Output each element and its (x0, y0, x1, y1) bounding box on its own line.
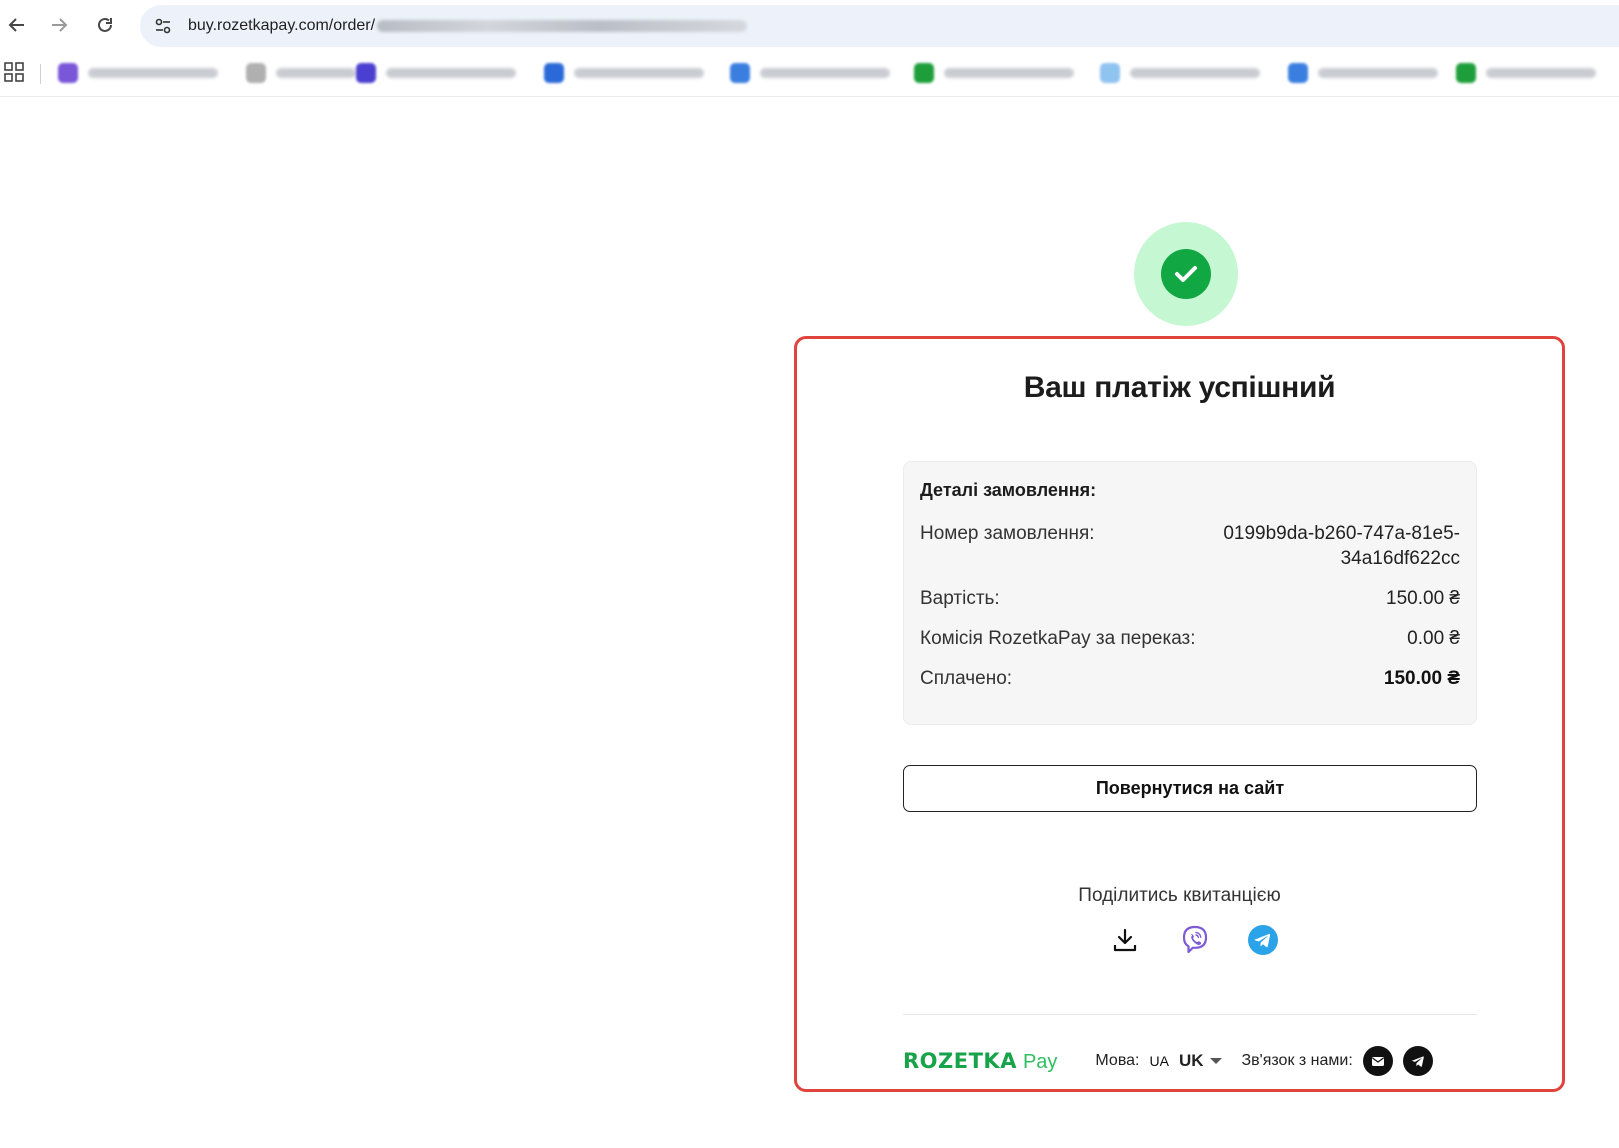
bookmark-item[interactable] (1456, 62, 1596, 84)
detail-row-order-number: Номер замовлення: 0199b9da-b260-747a-81e… (920, 521, 1460, 571)
contact-label: Зв'язок з нами: (1241, 1052, 1353, 1069)
telegram-contact-icon[interactable] (1402, 1046, 1433, 1076)
bookmark-item[interactable] (356, 62, 516, 84)
email-icon[interactable] (1362, 1046, 1393, 1076)
apps-grid-icon[interactable] (4, 62, 24, 82)
detail-label: Сплачено: (920, 668, 1013, 689)
address-bar[interactable]: buy.rozetkapay.com/order/ (140, 5, 1619, 47)
bookmark-item[interactable] (730, 62, 890, 84)
success-circle (1161, 249, 1211, 299)
bookmark-item[interactable] (1288, 62, 1438, 84)
detail-row-paid: Сплачено: 150.00 ₴ (920, 666, 1460, 691)
bookmark-item[interactable] (544, 62, 704, 84)
bookmark-favicon (1456, 63, 1476, 83)
bookmark-item[interactable] (914, 62, 1074, 84)
details-heading: Деталі замовлення: (920, 480, 1097, 500)
share-icons (1107, 922, 1287, 958)
reload-icon (98, 17, 112, 32)
language-flag[interactable]: UA (1150, 1053, 1169, 1069)
browser-toolbar: buy.rozetkapay.com/order/ (0, 0, 1619, 50)
rozetkapay-logo: ROZETKA Pay (903, 1049, 1057, 1074)
detail-label: Вартість: (920, 588, 1000, 609)
language-label: Мова: (1095, 1052, 1140, 1069)
bookmark-label-redacted (88, 68, 218, 78)
forward-button[interactable] (46, 12, 72, 38)
site-settings-icon[interactable] (152, 15, 174, 37)
bookmark-label-redacted (760, 68, 890, 78)
price-value: 150.00 ₴ (1386, 588, 1460, 609)
reload-button[interactable] (92, 12, 118, 38)
logo-main-text: ROZETKA (903, 1048, 1017, 1073)
bookmark-label-redacted (276, 68, 356, 78)
return-to-site-button[interactable]: Повернутися на сайт (903, 765, 1477, 812)
chevron-down-icon[interactable] (1209, 1058, 1222, 1064)
bookmark-favicon (356, 63, 376, 83)
bookmark-item[interactable] (1100, 62, 1260, 84)
language-code[interactable]: UK (1179, 1051, 1204, 1071)
bookmark-item[interactable] (58, 62, 218, 84)
order-details-panel: Деталі замовлення: Номер замовлення: 019… (903, 461, 1477, 725)
card-footer: ROZETKA Pay Мова: UA UK Зв'язок з нами: (903, 1044, 1483, 1078)
arrow-right-icon (52, 18, 68, 32)
arrow-left-icon (8, 18, 24, 32)
bookmark-label-redacted (1486, 68, 1596, 78)
check-icon (1175, 266, 1197, 282)
bookmark-label-redacted (574, 68, 704, 78)
bookmark-label-redacted (944, 68, 1074, 78)
bookmark-favicon (246, 63, 266, 83)
page-title: Ваш платіж успішний (1023, 371, 1336, 404)
bookmarks-separator (40, 64, 41, 84)
logo-sub-text: Pay (1022, 1050, 1058, 1073)
detail-label: Номер замовлення: (920, 523, 1095, 544)
bookmark-favicon (1100, 63, 1120, 83)
share-receipt-label: Поділитись квитанцією (1078, 885, 1281, 906)
viber-icon[interactable] (1177, 922, 1213, 958)
detail-row-price: Вартість: 150.00 ₴ (920, 586, 1460, 611)
payment-result-card: Ваш платіж успішний Деталі замовлення: Н… (794, 336, 1565, 1092)
bookmark-label-redacted (386, 68, 516, 78)
bookmark-favicon (730, 63, 750, 83)
url-redacted (377, 20, 748, 32)
success-badge (1134, 222, 1238, 326)
detail-row-fee: Комісія RozetkaPay за переказ: 0.00 ₴ (920, 626, 1460, 651)
fee-value: 0.00 ₴ (1407, 628, 1460, 649)
bookmarks-bar (0, 50, 1619, 97)
url-text: buy.rozetkapay.com/order/ (188, 17, 748, 35)
footer-divider (903, 1014, 1477, 1015)
bookmark-favicon (1288, 63, 1308, 83)
paid-value: 150.00 ₴ (1383, 668, 1460, 689)
telegram-icon[interactable] (1245, 922, 1281, 958)
bookmark-favicon (914, 63, 934, 83)
bookmark-label-redacted (1130, 68, 1260, 78)
detail-label: Комісія RozetkaPay за переказ: (920, 628, 1196, 649)
bookmark-item[interactable] (246, 62, 356, 84)
bookmark-favicon (544, 63, 564, 83)
bookmark-label-redacted (1318, 68, 1438, 78)
bookmark-favicon (58, 63, 78, 83)
order-number-value: 0199b9da-b260-747a-81e5-34a16df622cc (1223, 523, 1460, 569)
back-button[interactable] (4, 12, 30, 38)
download-icon[interactable] (1107, 922, 1143, 958)
